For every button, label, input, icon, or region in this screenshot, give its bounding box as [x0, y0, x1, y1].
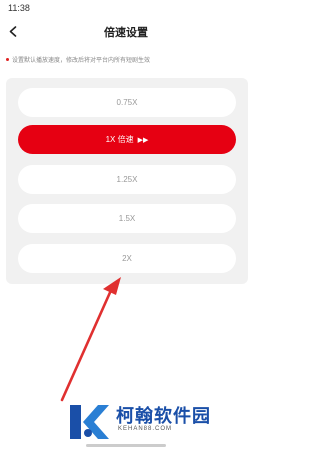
hint-label: 设置默认播放速度，修改后将对平台内所有短剧生效: [12, 58, 151, 64]
hint-text: 设置默认播放速度，修改后将对平台内所有短剧生效: [6, 55, 246, 64]
play-forward-icon: ▶▶: [137, 136, 149, 144]
speed-option-2x[interactable]: 2X: [18, 244, 236, 273]
watermark-domain: KEHAN88.COM: [118, 426, 173, 432]
speed-option-label: 1X 倍速: [105, 135, 134, 144]
page-title: 倍速设置: [104, 27, 148, 39]
kehan-logo-icon: [70, 405, 109, 439]
speed-option-1x[interactable]: 1X 倍速 ▶▶: [18, 125, 236, 154]
speed-option-label: 2X: [122, 254, 132, 263]
speed-option-1-5x[interactable]: 1.5X: [18, 204, 236, 233]
speed-options-panel: 0.75X 1X 倍速 ▶▶ 1.25X 1.5X 2X: [6, 78, 248, 284]
speed-option-label: 1.5X: [118, 214, 136, 223]
status-time: 11:38: [8, 3, 30, 13]
speed-option-label: 1.25X: [116, 175, 138, 184]
status-bar: 11:38: [0, 0, 252, 18]
watermark-name: 柯翰软件园: [116, 406, 211, 426]
hint-bullet-icon: [6, 58, 9, 61]
speed-option-label: 0.75X: [116, 98, 138, 107]
watermark: 柯翰软件园 KEHAN88.COM: [66, 398, 248, 442]
speed-option-0-75x[interactable]: 0.75X: [18, 88, 236, 117]
speed-option-1-25x[interactable]: 1.25X: [18, 165, 236, 194]
home-indicator: [86, 444, 166, 447]
